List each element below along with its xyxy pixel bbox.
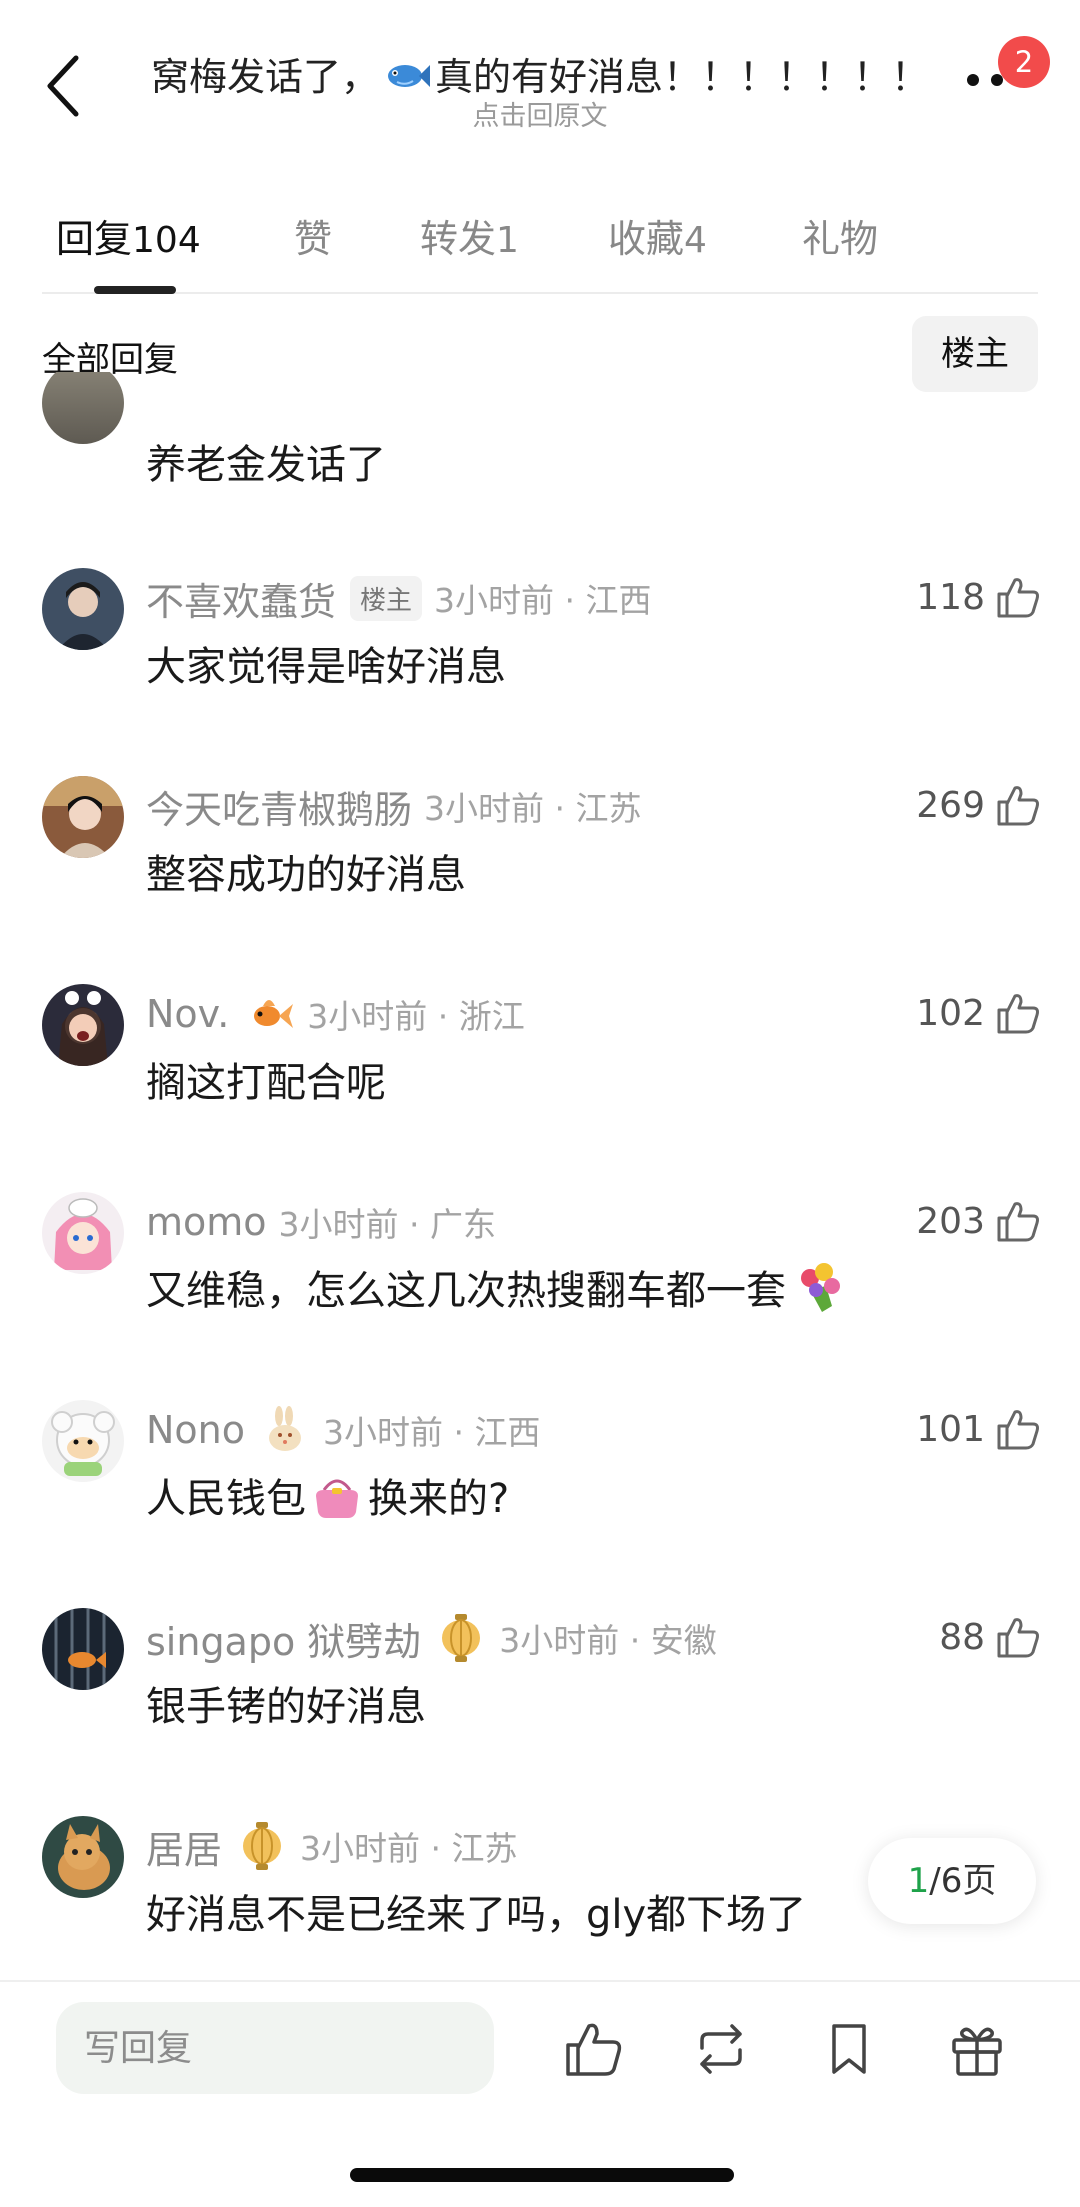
comment-item[interactable]: Nov. 3小时前 · 浙江 102 搁这打配合呢 (0, 984, 1080, 1184)
comment-text[interactable]: 人民钱包 换来的? (146, 1466, 509, 1524)
like-count: 269 (916, 785, 985, 826)
post-title[interactable]: 窝梅发话了， 真的有好消息！！！！！！！ (150, 46, 930, 101)
tab-reposts-label: 转发 (420, 217, 497, 261)
avatar[interactable] (42, 1192, 124, 1274)
like-count: 102 (916, 993, 985, 1034)
gift-icon[interactable] (946, 2018, 1008, 2080)
comment-text-content: 人民钱包 (146, 1476, 306, 1522)
active-tab-indicator (94, 286, 176, 294)
comment-item[interactable]: momo 3小时前 · 广东 203 又维稳，怎么这几次热搜翻车都一套 (0, 1192, 1080, 1392)
avatar[interactable] (42, 1816, 124, 1898)
comment-meta: 3小时前 · 浙江 (307, 997, 525, 1036)
comment-text-content-end: 换来的? (368, 1476, 510, 1522)
username[interactable]: Nov. (146, 992, 229, 1036)
like-count: 118 (916, 577, 985, 618)
lantern-icon (243, 1822, 282, 1870)
op-only-filter-button[interactable]: 楼主 (912, 316, 1038, 392)
like-post-icon[interactable] (562, 2018, 624, 2080)
like-count: 88 (939, 1617, 985, 1658)
comment-meta: 3小时前 · 江西 (323, 1413, 541, 1452)
tab-replies[interactable]: 回复104 (56, 208, 201, 263)
tab-likes[interactable]: 赞 (294, 208, 332, 263)
comment-user-line: 居居 3小时前 · 江苏 (146, 1816, 517, 1876)
tab-reposts-count: 1 (496, 220, 519, 261)
repost-icon[interactable] (690, 2018, 752, 2080)
tab-replies-label: 回复 (56, 217, 133, 261)
comment-item[interactable]: 今天吃青椒鹅肠 3小时前 · 江苏 269 整容成功的好消息 (0, 776, 1080, 976)
current-page: 1 (907, 1861, 930, 1901)
like-count: 101 (916, 1409, 985, 1450)
username[interactable]: Nono (146, 1408, 245, 1452)
reply-input[interactable] (56, 2002, 494, 2094)
tab-likes-label: 赞 (294, 217, 333, 261)
comment-text[interactable]: 大家觉得是啥好消息 (146, 634, 506, 692)
home-indicator (350, 2168, 734, 2182)
bookmark-icon[interactable] (818, 2018, 880, 2080)
bottom-bar-divider (0, 1980, 1080, 1982)
thumbs-up-icon[interactable] (995, 1198, 1041, 1244)
fish-emoji-icon (388, 65, 430, 87)
tab-gifts-label: 礼物 (802, 217, 879, 261)
op-tag: 楼主 (350, 575, 423, 621)
total-pages: /6页 (929, 1861, 997, 1901)
comment-item[interactable]: 不喜欢蠢货 楼主 3小时前 · 江西 118 大家觉得是啥好消息 (0, 568, 1080, 768)
comment-meta: 3小时前 · 江苏 (424, 789, 642, 828)
comment-user-line: momo 3小时前 · 广东 (146, 1192, 496, 1252)
comment-item[interactable]: singapo 狱劈劫 3小时前 · 安徽 88 银手铐的好消息 (0, 1608, 1080, 1808)
avatar[interactable] (42, 776, 124, 858)
comment-text[interactable]: 好消息不是已经来了吗，gly都下场了 (146, 1882, 806, 1940)
username[interactable]: momo (146, 1200, 267, 1244)
page-indicator[interactable]: 1/6页 (868, 1838, 1036, 1924)
comment-user-line: Nov. 3小时前 · 浙江 (146, 984, 525, 1044)
thumbs-up-icon[interactable] (995, 1614, 1041, 1660)
back-arrow-icon[interactable] (40, 52, 88, 120)
title-text-end: 真的有好消息！！！！！！！ (435, 55, 930, 99)
username[interactable]: singapo 狱劈劫 (146, 1611, 421, 1666)
comment-text[interactable]: 整容成功的好消息 (146, 842, 466, 900)
username[interactable]: 不喜欢蠢货 (146, 571, 336, 626)
comment-meta: 3小时前 · 江苏 (300, 1829, 518, 1868)
comment-text[interactable]: 搁这打配合呢 (146, 1050, 386, 1108)
back-to-original-link[interactable]: 点击回原文 (150, 94, 930, 133)
avatar[interactable] (42, 1608, 124, 1690)
like-count: 203 (916, 1201, 985, 1242)
avatar[interactable] (42, 1400, 124, 1482)
comment-text-content: 又维稳，怎么这几次热搜翻车都一套 (146, 1268, 786, 1314)
thumbs-up-icon[interactable] (995, 782, 1041, 828)
tab-replies-count: 104 (132, 220, 201, 261)
purse-emoji-icon (316, 1479, 358, 1518)
tab-favorites-label: 收藏 (608, 217, 685, 261)
comment-user-line: 不喜欢蠢货 楼主 3小时前 · 江西 (146, 568, 652, 628)
avatar[interactable] (42, 568, 124, 650)
tabs-divider (42, 292, 1038, 294)
thumbs-up-icon[interactable] (995, 574, 1041, 620)
comment-item[interactable]: Nono 3小时前 · 江西 101 人民钱包 换来的? (0, 1400, 1080, 1600)
tab-favorites-count: 4 (684, 220, 707, 261)
avatar[interactable] (42, 372, 124, 444)
title-text-start: 窝梅发话了， (150, 55, 379, 99)
comment-meta: 3小时前 · 安徽 (499, 1621, 717, 1660)
tab-reposts[interactable]: 转发1 (420, 208, 519, 263)
comment-user-line: 今天吃青椒鹅肠 3小时前 · 江苏 (146, 776, 641, 836)
comment-meta: 3小时前 · 广东 (278, 1205, 496, 1244)
thumbs-up-icon[interactable] (995, 1406, 1041, 1452)
lantern-icon (442, 1614, 481, 1662)
goldfish-icon (254, 1000, 294, 1028)
comment-user-line: singapo 狱劈劫 3小时前 · 安徽 (146, 1608, 717, 1668)
username[interactable]: 今天吃青椒鹅肠 (146, 779, 412, 834)
comment-user-line: Nono 3小时前 · 江西 (146, 1400, 540, 1460)
avatar[interactable] (42, 984, 124, 1066)
comment-meta: 3小时前 · 江西 (434, 581, 652, 620)
thumbs-up-icon[interactable] (995, 990, 1041, 1036)
comment-text[interactable]: 银手铐的好消息 (146, 1674, 426, 1732)
comment-text[interactable]: 养老金发话了 (146, 432, 386, 490)
rabbit-icon (269, 1406, 302, 1451)
username[interactable]: 居居 (146, 1819, 222, 1874)
bouquet-emoji-icon (801, 1263, 840, 1312)
tab-favorites[interactable]: 收藏4 (608, 208, 707, 263)
comment-text[interactable]: 又维稳，怎么这几次热搜翻车都一套 (146, 1258, 846, 1316)
tab-gifts[interactable]: 礼物 (802, 208, 878, 263)
notification-badge: 2 (998, 36, 1050, 88)
